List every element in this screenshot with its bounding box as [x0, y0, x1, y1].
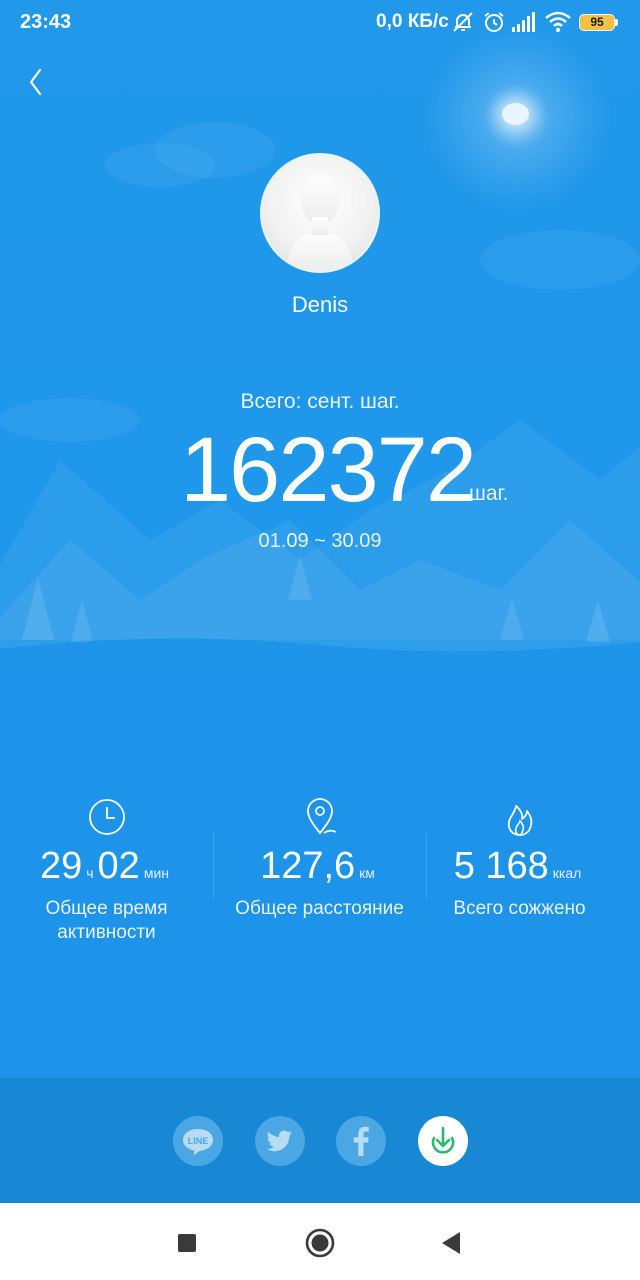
system-back-button[interactable]: [431, 1223, 471, 1263]
stats-row: 29 ч 02 мин Общее время активности 127,6 км …: [0, 795, 640, 955]
signal-icon: [512, 12, 535, 32]
active-hours: 29: [39, 845, 83, 887]
default-user-avatar: [286, 174, 354, 271]
muted-bell-icon: [453, 12, 473, 32]
stat-distance: 127,6 км Общее расстояние: [213, 795, 426, 921]
alarm-icon: [484, 12, 504, 32]
line-icon: LINE: [183, 1129, 213, 1155]
user-name: Denis: [291, 292, 349, 317]
stat-label-line2: активности: [57, 922, 156, 943]
system-nav-bar: [0, 1203, 640, 1280]
distance-unit: км: [359, 865, 375, 881]
stat-label: Всего сожжено: [453, 898, 586, 919]
sun: [502, 103, 529, 125]
download-icon: [431, 1126, 455, 1154]
location-pin-icon: [306, 798, 336, 835]
back-button[interactable]: [18, 62, 58, 102]
steps-unit: шаг.: [469, 482, 509, 505]
network-speed: 0,0 КБ/с: [376, 11, 449, 32]
facebook-icon: [353, 1126, 369, 1156]
chevron-left-icon: [29, 68, 42, 96]
share-twitter-button[interactable]: [255, 1116, 305, 1166]
hours-unit: ч: [86, 865, 94, 881]
stat-label: Общее время активности: [0, 897, 213, 945]
calories-value: 5 168: [453, 845, 549, 887]
share-bar: LINE: [0, 1078, 640, 1203]
date-range: 01.09 ~ 30.09: [258, 530, 382, 552]
calories-unit: ккал: [552, 865, 582, 881]
share-line-button[interactable]: LINE: [173, 1116, 223, 1166]
minutes-unit: мин: [143, 865, 170, 881]
home-button[interactable]: [300, 1223, 340, 1263]
battery-icon: 95: [579, 14, 615, 31]
home-circle-icon: [305, 1228, 335, 1258]
battery-tip: [615, 19, 618, 26]
status-bar: 23:43 0,0 КБ/с 95: [0, 0, 640, 46]
recents-button[interactable]: [167, 1223, 207, 1263]
line-logo-text: LINE: [188, 1136, 209, 1146]
back-triangle-icon: [442, 1232, 460, 1254]
clock-icon: [88, 799, 125, 835]
recents-square-icon: [178, 1234, 196, 1252]
stat-calories: 5 168 ккал Всего сожжено: [413, 795, 626, 921]
steps-summary-screen: 23:43 0,0 КБ/с 95 Denis Всего: сент. шаг…: [0, 0, 640, 1280]
status-time: 23:43: [20, 11, 72, 33]
twitter-icon: [266, 1130, 292, 1152]
total-steps-label: Всего: сент. шаг.: [240, 390, 400, 413]
distance-value: 127,6: [260, 845, 356, 887]
steps-value: 162372: [180, 419, 477, 521]
share-facebook-button[interactable]: [336, 1116, 386, 1166]
steps-total: 162372 шаг.: [0, 418, 640, 528]
stat-label-line1: Общее время: [45, 898, 168, 919]
stat-label: Общее расстояние: [235, 898, 404, 919]
download-button[interactable]: [418, 1116, 468, 1166]
wifi-icon: [545, 11, 571, 33]
stat-active-time: 29 ч 02 мин Общее время активности: [0, 795, 213, 945]
active-minutes: 02: [97, 845, 140, 887]
avatar[interactable]: [260, 153, 380, 273]
flame-icon: [507, 805, 532, 836]
